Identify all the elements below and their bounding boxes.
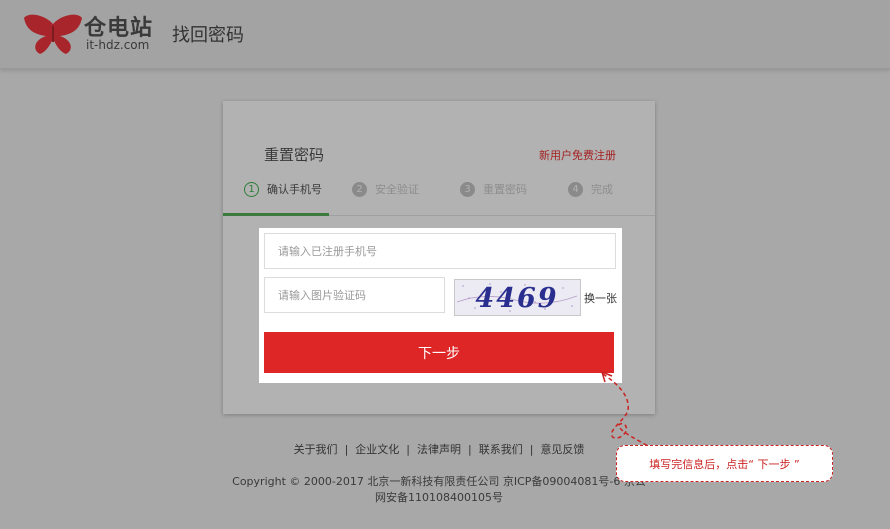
captcha-noise-graphic: 4469 — [455, 280, 580, 315]
step-reset-password: 3 重置密码 — [460, 181, 527, 197]
step-number: 2 — [352, 181, 367, 197]
icp-line: 网安备110108400105号 — [375, 491, 503, 504]
logo-domain[interactable]: it-hdz.com — [86, 38, 149, 52]
butterfly-logo-icon[interactable] — [22, 12, 84, 56]
captcha-input[interactable]: 请输入图片验证码 — [264, 277, 445, 313]
step-label: 完成 — [591, 183, 613, 196]
step-label: 确认手机号 — [267, 183, 322, 196]
step-security-verify: 2 安全验证 — [352, 181, 419, 197]
top-header: 仓电站 it-hdz.com 找回密码 — [0, 0, 890, 69]
step-label: 重置密码 — [483, 183, 527, 196]
active-step-underline — [223, 213, 329, 216]
phone-input[interactable]: 请输入已注册手机号 — [264, 233, 616, 269]
next-step-button[interactable]: 下一步 — [264, 332, 614, 373]
page-title: 找回密码 — [172, 25, 244, 46]
step-label: 安全验证 — [375, 183, 419, 196]
footer-link-feedback[interactable]: 意见反馈 — [540, 443, 584, 456]
step-number: 1 — [244, 181, 259, 197]
captcha-image[interactable]: 4469 — [454, 279, 581, 316]
captcha-text: 4469 — [475, 283, 558, 314]
step-confirm-phone: 1 确认手机号 — [244, 181, 322, 197]
step-number: 3 — [460, 181, 475, 197]
separator: | — [529, 443, 534, 456]
register-link[interactable]: 新用户免费注册 — [539, 147, 616, 163]
separator: | — [406, 443, 410, 456]
step-indicator: 1 确认手机号 2 安全验证 3 重置密码 4 完成 — [241, 181, 641, 201]
separator: | — [468, 443, 472, 456]
form-highlight-box: 请输入已注册手机号 请输入图片验证码 4469 换一张 下一步 — [259, 228, 622, 383]
step-complete: 4 完成 — [568, 181, 613, 197]
refresh-captcha-link[interactable]: 换一张 — [584, 290, 617, 306]
footer-link-about[interactable]: 关于我们 — [294, 443, 338, 456]
instruction-callout: 填写完信息后，点击“ 下一步 ” — [616, 445, 833, 482]
card-title: 重置密码 — [264, 146, 325, 164]
footer-link-culture[interactable]: 企业文化 — [355, 443, 399, 456]
footer-link-contact[interactable]: 联系我们 — [479, 443, 523, 456]
step-number: 4 — [568, 181, 583, 197]
footer-link-legal[interactable]: 法律声明 — [417, 443, 461, 456]
separator: | — [344, 443, 349, 456]
